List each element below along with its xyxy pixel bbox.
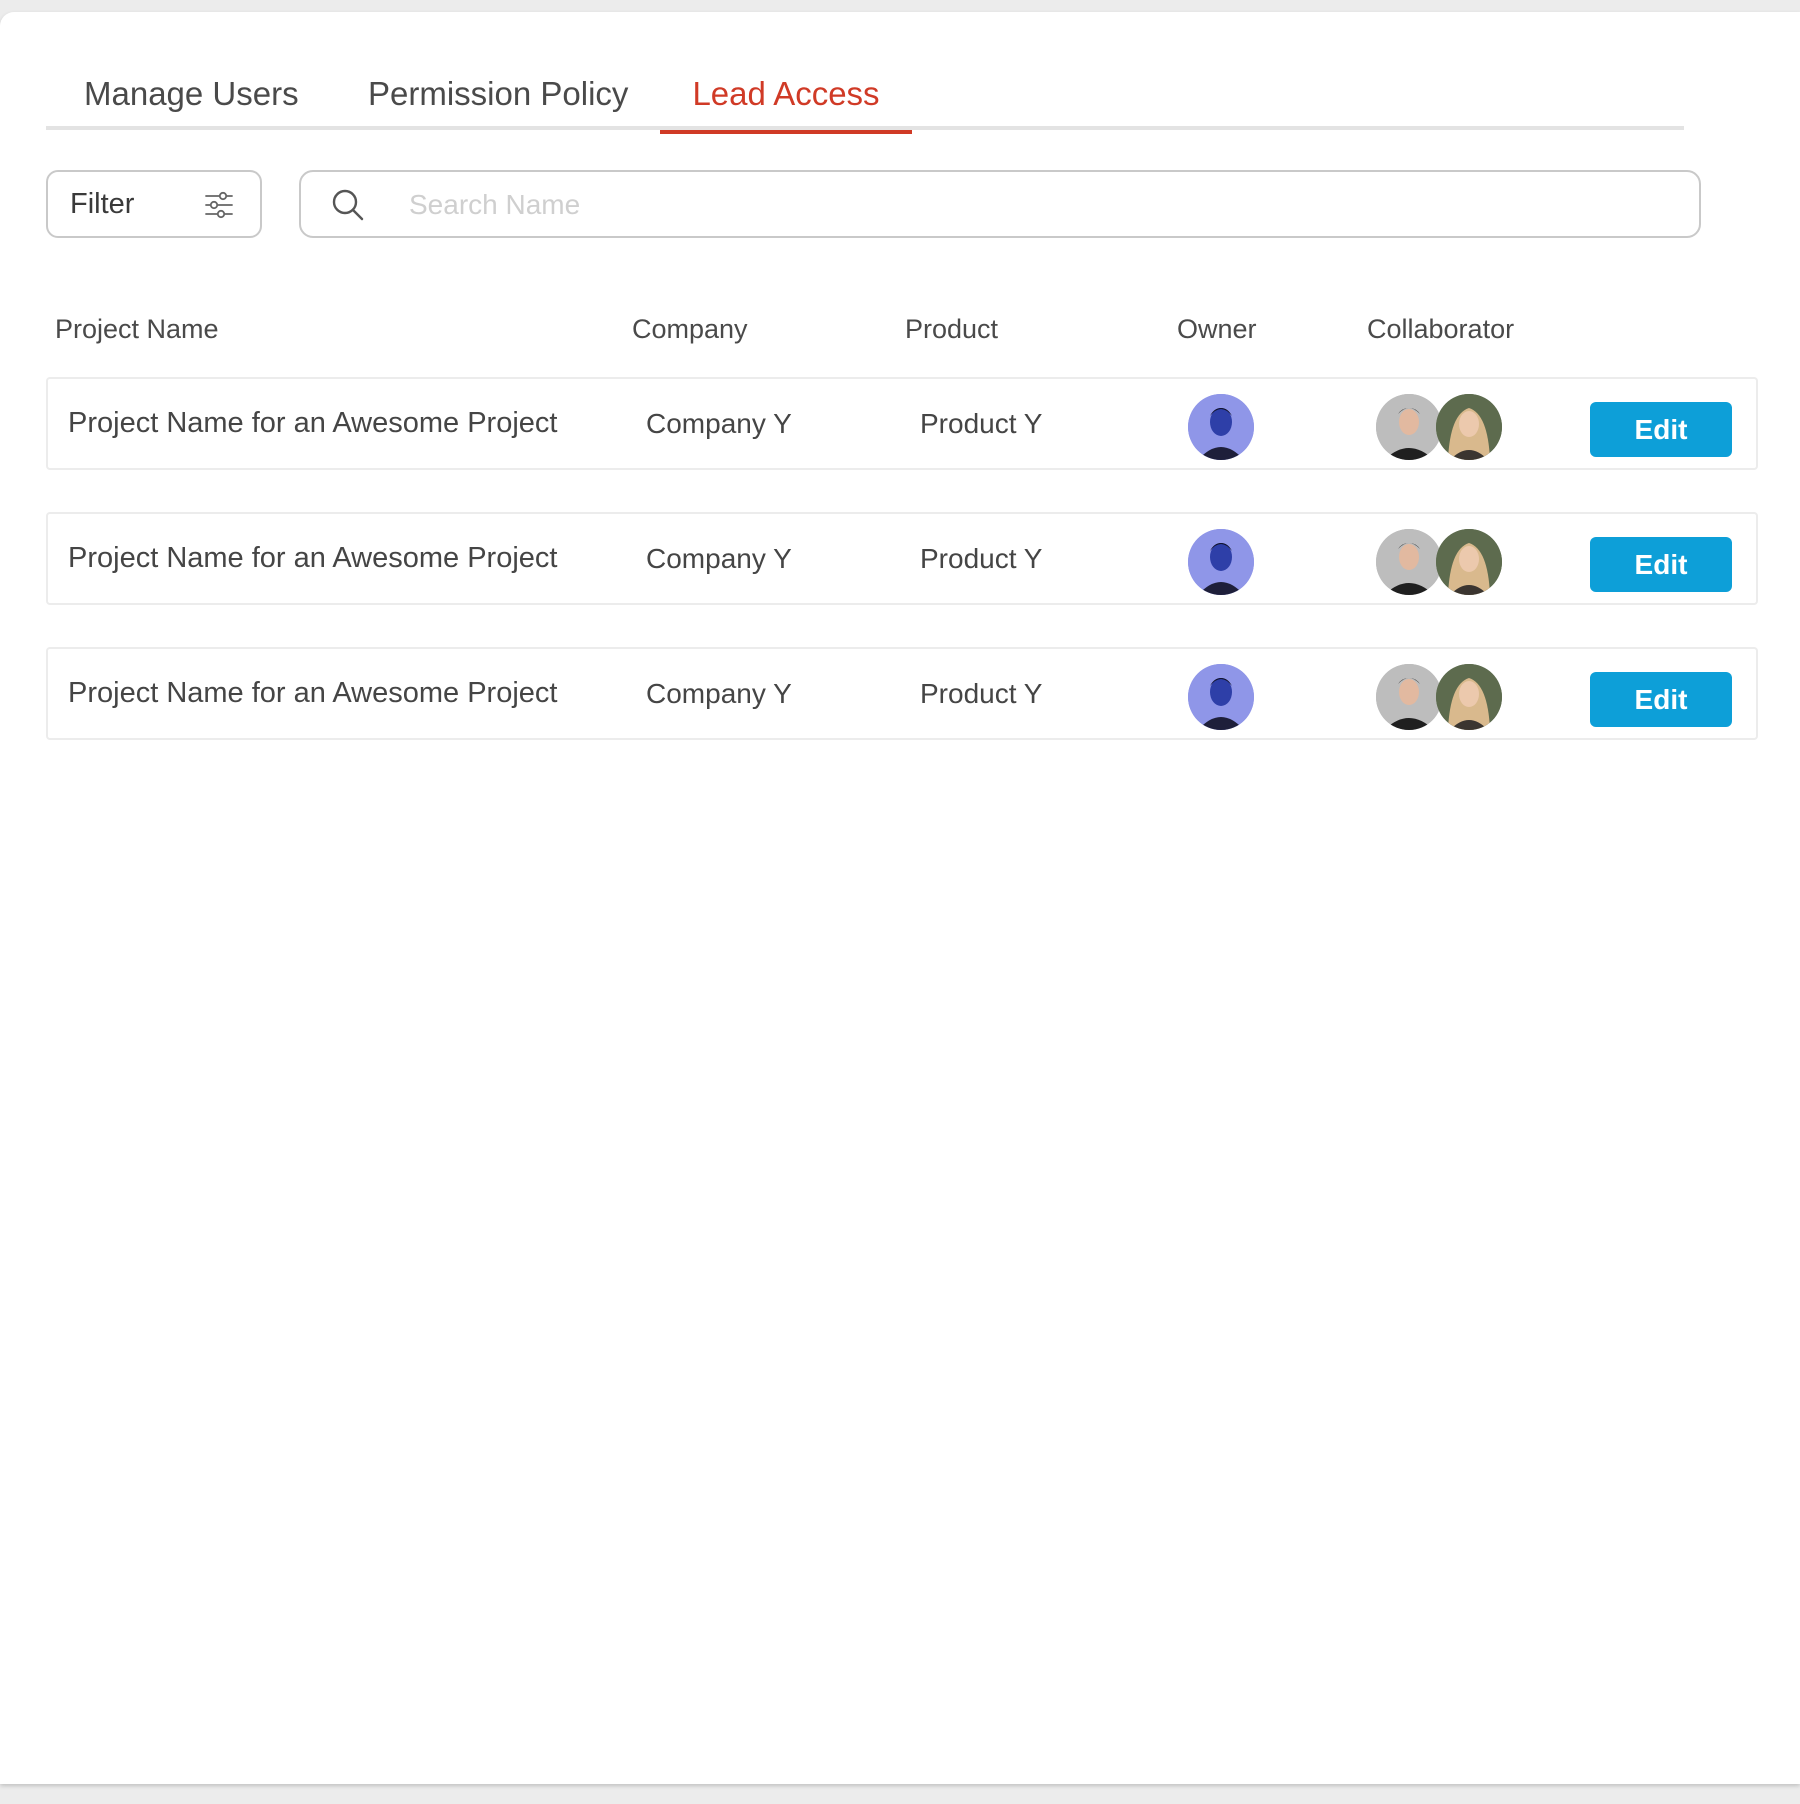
table-row[interactable]: Project Name for an Awesome Project Comp… xyxy=(46,377,1758,470)
product-cell: Product Y xyxy=(920,678,1043,709)
project-name-cell: Project Name for an Awesome Project xyxy=(68,677,558,709)
tab-bar: Manage Users Permission Policy Lead Acce… xyxy=(46,64,1684,134)
tab-manage-users[interactable]: Manage Users xyxy=(84,64,299,130)
collaborator-avatar[interactable] xyxy=(1436,664,1502,730)
project-name-cell: Project Name for an Awesome Project xyxy=(68,407,558,439)
lead-access-panel: Manage Users Permission Policy Lead Acce… xyxy=(0,12,1800,1784)
search-input[interactable] xyxy=(407,178,1671,232)
collaborator-avatar[interactable] xyxy=(1376,664,1442,730)
product-cell: Product Y xyxy=(920,543,1043,574)
collaborator-avatar[interactable] xyxy=(1376,394,1442,460)
header-owner[interactable]: Owner xyxy=(1177,314,1257,345)
edit-button[interactable]: Edit xyxy=(1590,402,1732,457)
header-project-name[interactable]: Project Name xyxy=(55,314,219,345)
table-row[interactable]: Project Name for an Awesome Project Comp… xyxy=(46,512,1758,605)
owner-avatar[interactable] xyxy=(1188,664,1254,730)
company-cell: Company Y xyxy=(646,408,792,439)
company-cell: Company Y xyxy=(646,543,792,574)
filter-button[interactable]: Filter xyxy=(46,170,262,238)
owner-avatar[interactable] xyxy=(1188,529,1254,595)
collaborator-avatar[interactable] xyxy=(1376,529,1442,595)
collaborator-avatar[interactable] xyxy=(1436,529,1502,595)
owner-avatar[interactable] xyxy=(1188,394,1254,460)
tab-permission-policy[interactable]: Permission Policy xyxy=(368,64,628,130)
header-collaborator[interactable]: Collaborator xyxy=(1367,314,1514,345)
search-icon[interactable] xyxy=(331,188,365,222)
company-cell: Company Y xyxy=(646,678,792,709)
header-product[interactable]: Product xyxy=(905,314,998,345)
filter-label: Filter xyxy=(70,188,135,220)
header-company[interactable]: Company xyxy=(632,314,748,345)
sliders-icon xyxy=(204,190,234,220)
collaborator-avatar[interactable] xyxy=(1436,394,1502,460)
product-cell: Product Y xyxy=(920,408,1043,439)
edit-button[interactable]: Edit xyxy=(1590,537,1732,592)
edit-button[interactable]: Edit xyxy=(1590,672,1732,727)
table-row[interactable]: Project Name for an Awesome Project Comp… xyxy=(46,647,1758,740)
search-box xyxy=(299,170,1701,238)
project-name-cell: Project Name for an Awesome Project xyxy=(68,542,558,574)
tab-lead-access[interactable]: Lead Access xyxy=(660,64,912,134)
